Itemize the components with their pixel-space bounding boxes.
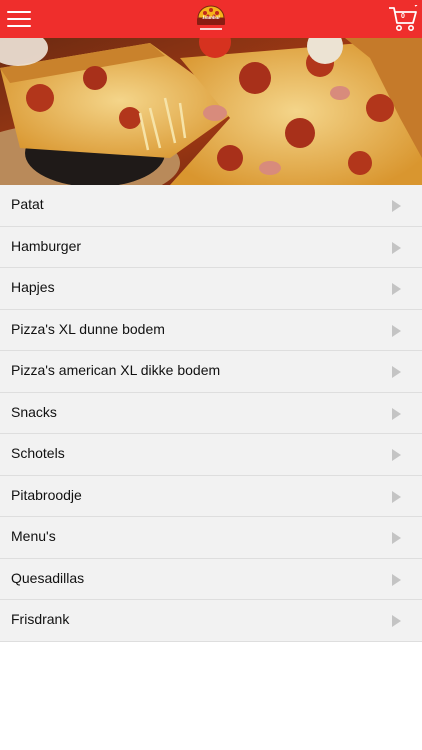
- shopping-cart-button[interactable]: 0: [388, 4, 418, 33]
- chevron-right-icon: [392, 200, 401, 212]
- category-label: Patat: [11, 196, 44, 212]
- category-row[interactable]: Quesadillas: [0, 558, 422, 600]
- chevron-right-icon: [392, 532, 401, 544]
- category-label: Menu's: [11, 528, 56, 544]
- category-label: Frisdrank: [11, 611, 70, 627]
- category-label: Hamburger: [11, 237, 82, 254]
- category-label: Pizza's american XL dikke bodem: [11, 362, 221, 378]
- hero-pizza-image: [0, 38, 422, 185]
- category-row[interactable]: Patat: [0, 185, 422, 227]
- chevron-right-icon: [392, 573, 401, 586]
- category-label: Hapjes: [11, 279, 55, 295]
- restaurant-logo[interactable]: Istanbul: [194, 4, 228, 34]
- category-row[interactable]: Snacks: [0, 392, 422, 434]
- category-label: Schotels: [11, 445, 65, 461]
- category-list: Patat Hamburger Hapjes Pizza's XL dunne bod…: [0, 185, 422, 642]
- category-row[interactable]: Pizza's american XL dikke bodem: [0, 351, 422, 393]
- category-label: Pitabroodje: [11, 486, 82, 503]
- category-label: Pizza's XL dunne bodem: [11, 320, 165, 337]
- pizza-photo: [0, 38, 422, 185]
- chevron-right-icon: [392, 241, 401, 254]
- category-row[interactable]: Hamburger: [0, 226, 422, 268]
- chevron-right-icon: [392, 615, 401, 627]
- category-row[interactable]: Pitabroodje: [0, 475, 422, 517]
- chevron-right-icon: [392, 449, 401, 461]
- chevron-right-icon: [392, 283, 401, 295]
- hamburger-menu-icon[interactable]: [7, 9, 31, 29]
- category-label: Snacks: [11, 403, 57, 420]
- category-row[interactable]: Menu's: [0, 517, 422, 559]
- app-header: Istanbul 0: [0, 0, 422, 38]
- category-row[interactable]: Pizza's XL dunne bodem: [0, 309, 422, 351]
- chevron-right-icon: [392, 324, 401, 337]
- chevron-right-icon: [392, 490, 401, 503]
- chevron-right-icon: [392, 366, 401, 378]
- category-row[interactable]: Hapjes: [0, 268, 422, 310]
- cart-count-badge: 0: [401, 13, 405, 20]
- category-label: Quesadillas: [11, 569, 85, 586]
- chevron-right-icon: [392, 407, 401, 420]
- logo-text: Istanbul: [202, 16, 220, 21]
- category-row[interactable]: Schotels: [0, 434, 422, 476]
- category-row[interactable]: Frisdrank: [0, 600, 422, 642]
